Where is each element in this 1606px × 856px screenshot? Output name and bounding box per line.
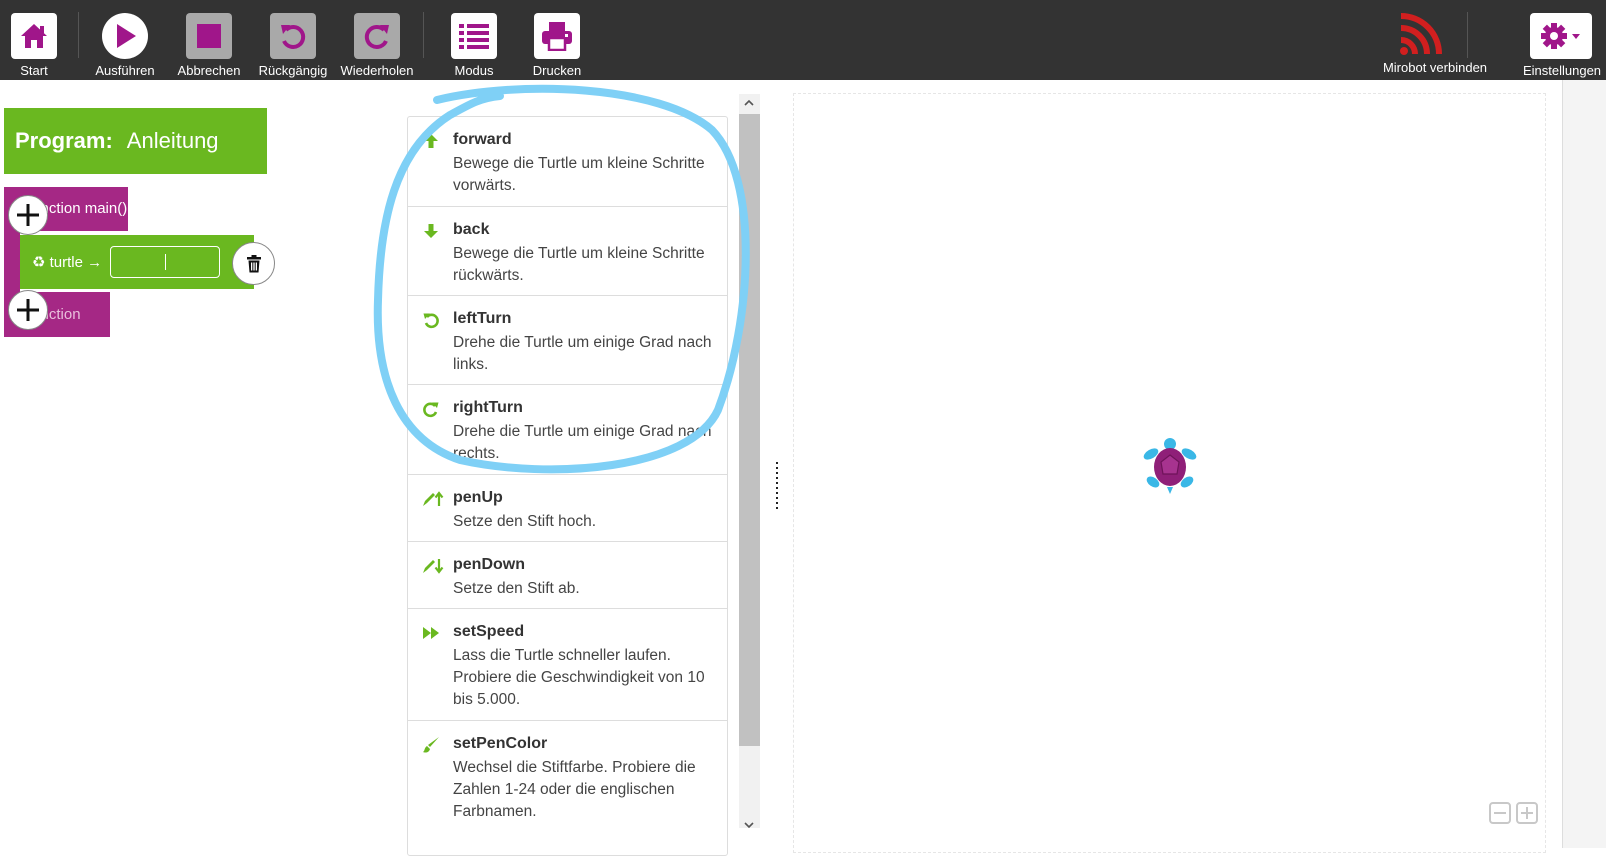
turtle-statement-block[interactable]: ♻ turtle → bbox=[20, 235, 254, 289]
print-button[interactable]: Drucken bbox=[515, 0, 599, 80]
redo-icon bbox=[354, 13, 400, 59]
add-block-button[interactable] bbox=[8, 195, 48, 235]
rotate-right-icon bbox=[423, 402, 439, 418]
undo-button[interactable]: Rückgängig bbox=[251, 0, 335, 80]
chevron-down-icon bbox=[1572, 34, 1580, 39]
command-setpencolor[interactable]: setPenColor Wechsel die Stiftfarbe. Prob… bbox=[408, 721, 727, 833]
scroll-up-icon[interactable] bbox=[743, 97, 755, 109]
signal-icon bbox=[1397, 10, 1445, 58]
command-forward[interactable]: forward Bewege die Turtle um kleine Schr… bbox=[408, 117, 727, 207]
program-title[interactable]: Program: Anleitung bbox=[4, 108, 267, 174]
plus-icon bbox=[17, 204, 39, 226]
palette-scrollbar-thumb[interactable] bbox=[739, 114, 760, 746]
command-back[interactable]: back Bewege die Turtle um kleine Schritt… bbox=[408, 207, 727, 296]
text-cursor bbox=[165, 254, 166, 270]
arrow-down-icon bbox=[424, 224, 438, 238]
stop-button[interactable]: Abbrechen bbox=[167, 0, 251, 80]
command-rightturn[interactable]: rightTurn Drehe die Turtle um einige Gra… bbox=[408, 385, 727, 475]
add-function-button[interactable] bbox=[8, 290, 48, 330]
plus-icon bbox=[17, 299, 39, 321]
home-icon bbox=[11, 13, 57, 59]
program-prefix: Program: bbox=[15, 128, 113, 153]
printer-icon bbox=[534, 13, 580, 59]
turtle-icon bbox=[1143, 438, 1197, 494]
command-leftturn[interactable]: leftTurn Drehe die Turtle um einige Grad… bbox=[408, 296, 727, 385]
pen-down-icon bbox=[423, 559, 444, 574]
mode-button[interactable]: Modus bbox=[432, 0, 516, 80]
play-icon bbox=[102, 13, 148, 59]
undo-icon bbox=[270, 13, 316, 59]
trash-icon bbox=[246, 254, 261, 272]
toolbar-separator bbox=[423, 12, 424, 58]
redo-button[interactable]: Wiederholen bbox=[335, 0, 419, 80]
print-label: Drucken bbox=[532, 63, 582, 78]
list-icon bbox=[451, 13, 497, 59]
settings-label: Einstellungen bbox=[1522, 63, 1602, 78]
program-name: Anleitung bbox=[126, 128, 219, 153]
arrow-up-icon bbox=[424, 134, 438, 148]
fast-forward-icon bbox=[423, 627, 439, 639]
right-panel-edge bbox=[1562, 80, 1606, 848]
command-pendown[interactable]: penDown Setze den Stift ab. bbox=[408, 542, 727, 609]
scroll-down-icon[interactable] bbox=[743, 822, 755, 828]
command-palette: forward Bewege die Turtle um kleine Schr… bbox=[407, 116, 728, 856]
toolbar: Start Ausführen Abbrechen Rückgängig Wie… bbox=[0, 0, 1606, 80]
run-button[interactable]: Ausführen bbox=[83, 0, 167, 80]
toolbar-separator bbox=[78, 12, 79, 58]
pen-up-icon bbox=[423, 491, 444, 506]
brush-icon bbox=[423, 737, 439, 753]
panel-splitter-handle[interactable] bbox=[775, 462, 779, 510]
command-setspeed[interactable]: setSpeed Lass die Turtle schneller laufe… bbox=[408, 609, 727, 721]
mirobot-label: Mirobot verbinden bbox=[1382, 60, 1488, 75]
command-penup[interactable]: penUp Setze den Stift hoch. bbox=[408, 475, 727, 542]
stop-icon bbox=[186, 13, 232, 59]
start-button[interactable]: Start bbox=[0, 0, 76, 80]
function-body-bar bbox=[4, 231, 20, 293]
redo-label: Wiederholen bbox=[340, 63, 414, 78]
toolbar-separator bbox=[1467, 12, 1468, 58]
zoom-out-icon[interactable] bbox=[1489, 802, 1511, 824]
delete-block-button[interactable] bbox=[232, 242, 275, 285]
zoom-in-icon[interactable] bbox=[1516, 802, 1538, 824]
turtle-statement-label: ♻ turtle → bbox=[32, 254, 103, 271]
gear-icon bbox=[1530, 13, 1592, 59]
rotate-left-icon bbox=[423, 313, 439, 329]
settings-button[interactable]: Einstellungen bbox=[1516, 0, 1604, 80]
mirobot-connect-button[interactable]: Mirobot verbinden bbox=[1370, 0, 1500, 80]
